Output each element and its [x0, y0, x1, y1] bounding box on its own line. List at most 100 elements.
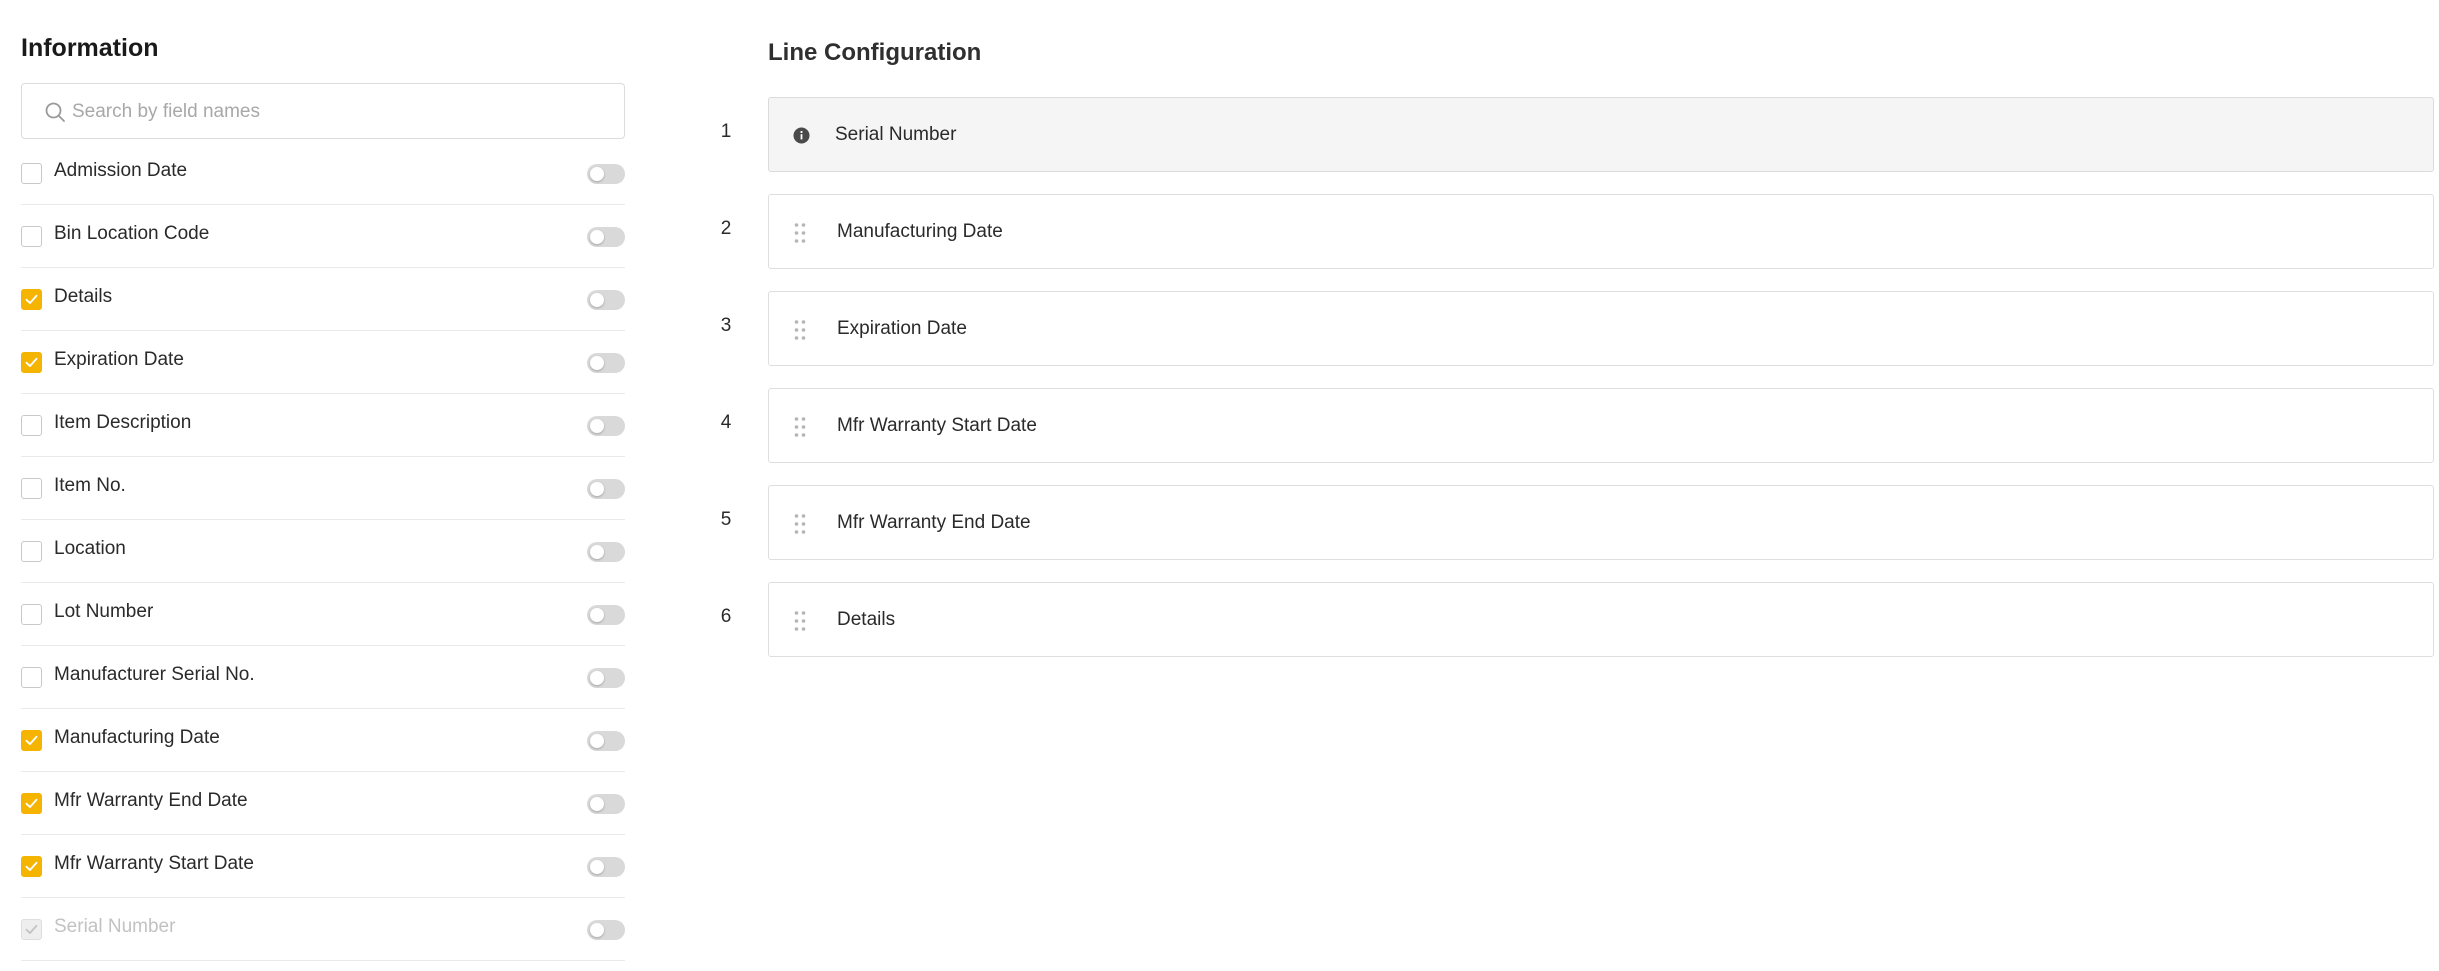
config-row-label: Expiration Date: [837, 318, 967, 339]
drag-handle-icon[interactable]: [793, 416, 807, 438]
field-label: Mfr Warranty Start Date: [54, 853, 254, 874]
field-row: Item No.: [21, 457, 625, 520]
config-row: 6 Details: [700, 582, 2439, 657]
field-row: Serial Number: [21, 898, 625, 961]
field-checkbox[interactable]: [21, 478, 42, 499]
toggle-knob: [590, 293, 604, 307]
field-toggle[interactable]: [587, 605, 625, 625]
field-label: Item No.: [54, 475, 126, 496]
checkmark-icon: [25, 294, 38, 304]
field-checkbox[interactable]: [21, 667, 42, 688]
field-toggle[interactable]: [587, 857, 625, 877]
field-checkbox[interactable]: [21, 541, 42, 562]
config-row-card[interactable]: Details: [768, 582, 2434, 657]
search-input[interactable]: [72, 94, 602, 130]
toggle-knob: [590, 797, 604, 811]
drag-handle-icon[interactable]: [793, 319, 807, 341]
field-label: Admission Date: [54, 160, 188, 181]
drag-handle-icon[interactable]: [793, 222, 807, 244]
toggle-knob: [590, 923, 604, 937]
field-checkbox[interactable]: [21, 604, 42, 625]
checkmark-icon: [25, 798, 38, 808]
field-label: Manufacturer Serial No.: [54, 664, 255, 685]
field-toggle[interactable]: [587, 542, 625, 562]
field-checkbox: [21, 919, 42, 940]
config-row-card: Serial Number: [768, 97, 2434, 172]
config-row-label: Mfr Warranty Start Date: [837, 415, 1037, 436]
checkmark-icon: [25, 735, 38, 745]
field-label: Manufacturing Date: [54, 727, 220, 748]
field-toggle[interactable]: [587, 227, 625, 247]
toggle-knob: [590, 482, 604, 496]
drag-handle-icon[interactable]: [793, 513, 807, 535]
field-checkbox[interactable]: [21, 352, 42, 373]
drag-handle-icon[interactable]: [793, 610, 807, 632]
config-row-label: Serial Number: [835, 124, 957, 145]
field-row: Mfr Warranty End Date: [21, 772, 625, 835]
field-toggle[interactable]: [587, 920, 625, 940]
field-label: Item Description: [54, 412, 192, 433]
config-row: 3 Expiration Date: [700, 291, 2439, 366]
field-toggle[interactable]: [587, 164, 625, 184]
field-checkbox[interactable]: [21, 856, 42, 877]
row-number: 1: [720, 121, 732, 142]
config-row-label: Manufacturing Date: [837, 221, 1003, 242]
field-checkbox[interactable]: [21, 793, 42, 814]
field-label: Lot Number: [54, 601, 154, 622]
field-checkbox[interactable]: [21, 289, 42, 310]
config-row: 2 Manufacturing Date: [700, 194, 2439, 269]
search-field[interactable]: [21, 83, 625, 139]
field-row: Manufacturing Date: [21, 709, 625, 772]
line-configuration-title: Line Configuration: [768, 39, 982, 66]
toggle-knob: [590, 671, 604, 685]
config-row-label: Details: [837, 609, 896, 630]
toggle-knob: [590, 734, 604, 748]
field-toggle[interactable]: [587, 479, 625, 499]
line-configuration-page: Information Admission Date Bin Location C…: [0, 0, 2439, 971]
row-number: 4: [720, 412, 732, 433]
config-row-card[interactable]: Mfr Warranty End Date: [768, 485, 2434, 560]
field-label: Expiration Date: [54, 349, 184, 370]
information-title: Information: [21, 34, 159, 62]
field-checkbox[interactable]: [21, 415, 42, 436]
field-row: Item Description: [21, 394, 625, 457]
field-checkbox[interactable]: [21, 226, 42, 247]
config-row-card[interactable]: Mfr Warranty Start Date: [768, 388, 2434, 463]
field-label: Details: [54, 286, 113, 307]
checkmark-icon: [25, 357, 38, 367]
field-row: Location: [21, 520, 625, 583]
row-number: 5: [720, 509, 732, 530]
field-row: Expiration Date: [21, 331, 625, 394]
toggle-knob: [590, 167, 604, 181]
field-toggle[interactable]: [587, 353, 625, 373]
field-toggle[interactable]: [587, 794, 625, 814]
toggle-knob: [590, 545, 604, 559]
field-checkbox[interactable]: [21, 730, 42, 751]
field-row: Manufacturer Serial No.: [21, 646, 625, 709]
config-row: 1 Serial Number: [700, 97, 2439, 172]
field-toggle[interactable]: [587, 290, 625, 310]
toggle-knob: [590, 608, 604, 622]
config-row-label: Mfr Warranty End Date: [837, 512, 1031, 533]
toggle-knob: [590, 356, 604, 370]
field-toggle[interactable]: [587, 731, 625, 751]
toggle-knob: [590, 230, 604, 244]
field-toggle[interactable]: [587, 416, 625, 436]
config-row-card[interactable]: Expiration Date: [768, 291, 2434, 366]
field-row: Details: [21, 268, 625, 331]
field-label: Bin Location Code: [54, 223, 210, 244]
field-row: Bin Location Code: [21, 205, 625, 268]
row-number: 3: [720, 315, 732, 336]
row-number: 2: [720, 218, 732, 239]
field-label: Serial Number: [54, 916, 176, 937]
field-toggle[interactable]: [587, 668, 625, 688]
config-row: 5 Mfr Warranty End Date: [700, 485, 2439, 560]
field-row: Mfr Warranty Start Date: [21, 835, 625, 898]
checkmark-icon: [25, 924, 38, 934]
info-icon: [793, 127, 810, 144]
field-list: Admission Date Bin Location Code Details Ex…: [21, 142, 625, 961]
config-row-card[interactable]: Manufacturing Date: [768, 194, 2434, 269]
toggle-knob: [590, 860, 604, 874]
field-row: Lot Number: [21, 583, 625, 646]
field-checkbox[interactable]: [21, 163, 42, 184]
